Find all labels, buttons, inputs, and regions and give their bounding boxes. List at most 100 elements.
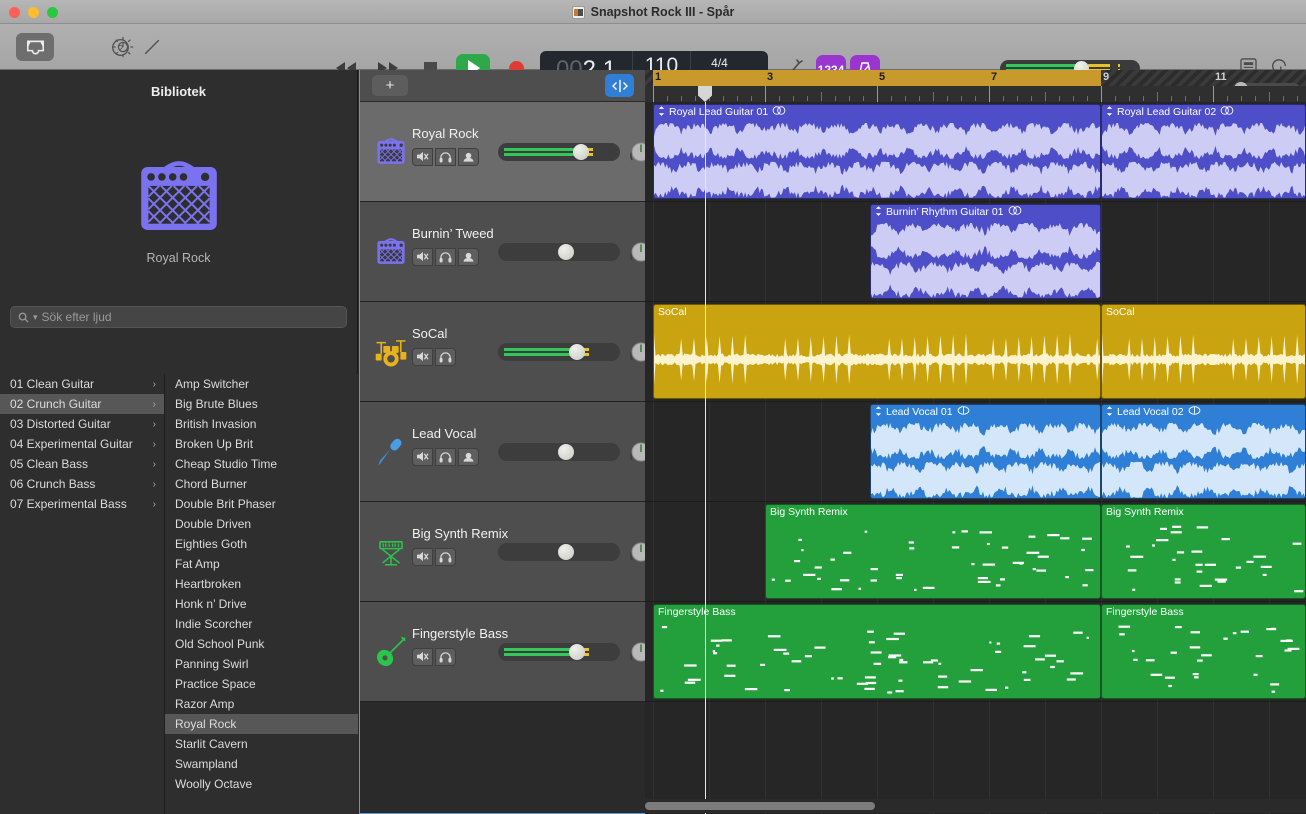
mute-icon[interactable] (412, 248, 433, 266)
track-name[interactable]: Royal Rock (412, 126, 478, 141)
library-patch-1[interactable]: Big Brute Blues (165, 394, 358, 414)
track-name[interactable]: Burnin’ Tweed (412, 226, 494, 241)
track-volume-slider[interactable] (498, 543, 620, 561)
ruler-tick (1073, 96, 1074, 101)
mute-icon[interactable] (412, 548, 433, 566)
track-header-4[interactable]: Big Synth Remix (360, 502, 645, 602)
smart-controls-icon[interactable] (112, 33, 134, 61)
track-volume-slider[interactable] (498, 643, 620, 661)
solo-headphone-icon[interactable] (435, 248, 456, 266)
library-patch-17[interactable]: Royal Rock (165, 714, 358, 734)
library-patch-13[interactable]: Old School Punk (165, 634, 358, 654)
track-volume-slider[interactable] (498, 443, 620, 461)
library-patch-2[interactable]: British Invasion (165, 414, 358, 434)
solo-headphone-icon[interactable] (435, 648, 456, 666)
region-7[interactable]: Big Synth Remix (765, 504, 1101, 599)
library-patch-0[interactable]: Amp Switcher (165, 374, 358, 394)
library-category-5[interactable]: 06 Crunch Bass› (0, 474, 164, 494)
track-name[interactable]: SoCal (412, 326, 447, 341)
region-1[interactable]: Royal Lead Guitar 02 (1101, 104, 1306, 199)
search-input[interactable]: ▾ Sök efter ljud (10, 306, 347, 328)
tracks-horizontal-scrollbar[interactable] (360, 799, 1306, 813)
solo-headphone-icon[interactable] (435, 348, 456, 366)
solo-headphone-icon[interactable] (435, 448, 456, 466)
library-patch-9[interactable]: Fat Amp (165, 554, 358, 574)
region-8[interactable]: Big Synth Remix (1101, 504, 1306, 599)
region-3[interactable]: SoCal (653, 304, 1101, 399)
volume-knob[interactable] (558, 244, 574, 260)
region-10[interactable]: Fingerstyle Bass (1101, 604, 1306, 699)
page-title: Snapshot Rock III - Spår (591, 5, 735, 19)
volume-knob[interactable] (558, 544, 574, 560)
region-canvas[interactable]: Royal Lead Guitar 01Royal Lead Guitar 02… (645, 102, 1306, 814)
track-volume-slider[interactable] (498, 143, 620, 161)
track-name[interactable]: Fingerstyle Bass (412, 626, 508, 641)
track-volume-slider[interactable] (498, 343, 620, 361)
mute-icon[interactable] (412, 148, 433, 166)
search-chevron-icon[interactable]: ▾ (33, 312, 38, 323)
timeline-ruler[interactable]: 1357911 (645, 70, 1306, 102)
solo-headphone-icon[interactable] (435, 148, 456, 166)
library-patch-16[interactable]: Razor Amp (165, 694, 358, 714)
mute-icon[interactable] (412, 348, 433, 366)
library-category-3[interactable]: 04 Experimental Guitar› (0, 434, 164, 454)
stereo-icon (1220, 106, 1234, 118)
library-patch-8[interactable]: Eighties Goth (165, 534, 358, 554)
flex-time-icon[interactable] (605, 74, 634, 97)
library-patch-20[interactable]: Woolly Octave (165, 774, 358, 794)
volume-knob[interactable] (569, 344, 585, 360)
record-enable-icon[interactable] (458, 148, 479, 166)
track-name[interactable]: Lead Vocal (412, 426, 476, 441)
editors-pencil-icon[interactable] (142, 33, 162, 61)
track-header-1[interactable]: Burnin’ Tweed (360, 202, 645, 302)
track-header-3[interactable]: Lead Vocal (360, 402, 645, 502)
library-category-6[interactable]: 07 Experimental Bass› (0, 494, 164, 514)
region-0[interactable]: Royal Lead Guitar 01 (653, 104, 1101, 199)
library-category-1[interactable]: 02 Crunch Guitar› (0, 394, 164, 414)
library-patch-4[interactable]: Cheap Studio Time (165, 454, 358, 474)
chevron-right-icon: › (153, 479, 156, 490)
library-patch-14[interactable]: Panning Swirl (165, 654, 358, 674)
volume-knob[interactable] (569, 644, 585, 660)
library-category-column[interactable]: 01 Clean Guitar›02 Crunch Guitar›03 Dist… (0, 374, 165, 814)
scrollbar-thumb[interactable] (645, 802, 875, 810)
playhead[interactable] (705, 102, 706, 814)
mute-icon[interactable] (412, 648, 433, 666)
library-patch-11[interactable]: Honk n’ Drive (165, 594, 358, 614)
region-content (654, 119, 1100, 198)
library-category-0[interactable]: 01 Clean Guitar› (0, 374, 164, 394)
library-patch-10[interactable]: Heartbroken (165, 574, 358, 594)
track-header-2[interactable]: SoCal (360, 302, 645, 402)
transpose-icon (658, 106, 665, 119)
record-enable-icon[interactable] (458, 248, 479, 266)
library-patch-15[interactable]: Practice Space (165, 674, 358, 694)
library-icon[interactable] (16, 33, 54, 61)
library-category-4[interactable]: 05 Clean Bass› (0, 454, 164, 474)
track-header-5[interactable]: Fingerstyle Bass (360, 602, 645, 702)
region-4[interactable]: SoCal (1101, 304, 1306, 399)
library-patch-3[interactable]: Broken Up Brit (165, 434, 358, 454)
region-6[interactable]: Lead Vocal 02 (1101, 404, 1306, 499)
library-patch-6[interactable]: Double Brit Phaser (165, 494, 358, 514)
library-patch-5[interactable]: Chord Burner (165, 474, 358, 494)
mute-icon[interactable] (412, 448, 433, 466)
library-patch-7[interactable]: Double Driven (165, 514, 358, 534)
cycle-region[interactable] (653, 70, 1101, 86)
solo-headphone-icon[interactable] (435, 548, 456, 566)
volume-knob[interactable] (573, 144, 589, 160)
library-patch-12[interactable]: Indie Scorcher (165, 614, 358, 634)
library-patch-column[interactable]: Amp SwitcherBig Brute BluesBritish Invas… (165, 374, 358, 814)
patch-label: Broken Up Brit (175, 437, 253, 451)
region-2[interactable]: Burnin’ Rhythm Guitar 01 (870, 204, 1101, 299)
region-9[interactable]: Fingerstyle Bass (653, 604, 1101, 699)
track-volume-slider[interactable] (498, 243, 620, 261)
library-category-2[interactable]: 03 Distorted Guitar› (0, 414, 164, 434)
track-header-0[interactable]: Royal Rock (360, 102, 645, 202)
record-enable-icon[interactable] (458, 448, 479, 466)
volume-knob[interactable] (558, 444, 574, 460)
region-5[interactable]: Lead Vocal 01 (870, 404, 1101, 499)
add-track-button[interactable]: + (372, 75, 408, 96)
library-patch-18[interactable]: Starlit Cavern (165, 734, 358, 754)
track-name[interactable]: Big Synth Remix (412, 526, 508, 541)
library-patch-19[interactable]: Swampland (165, 754, 358, 774)
